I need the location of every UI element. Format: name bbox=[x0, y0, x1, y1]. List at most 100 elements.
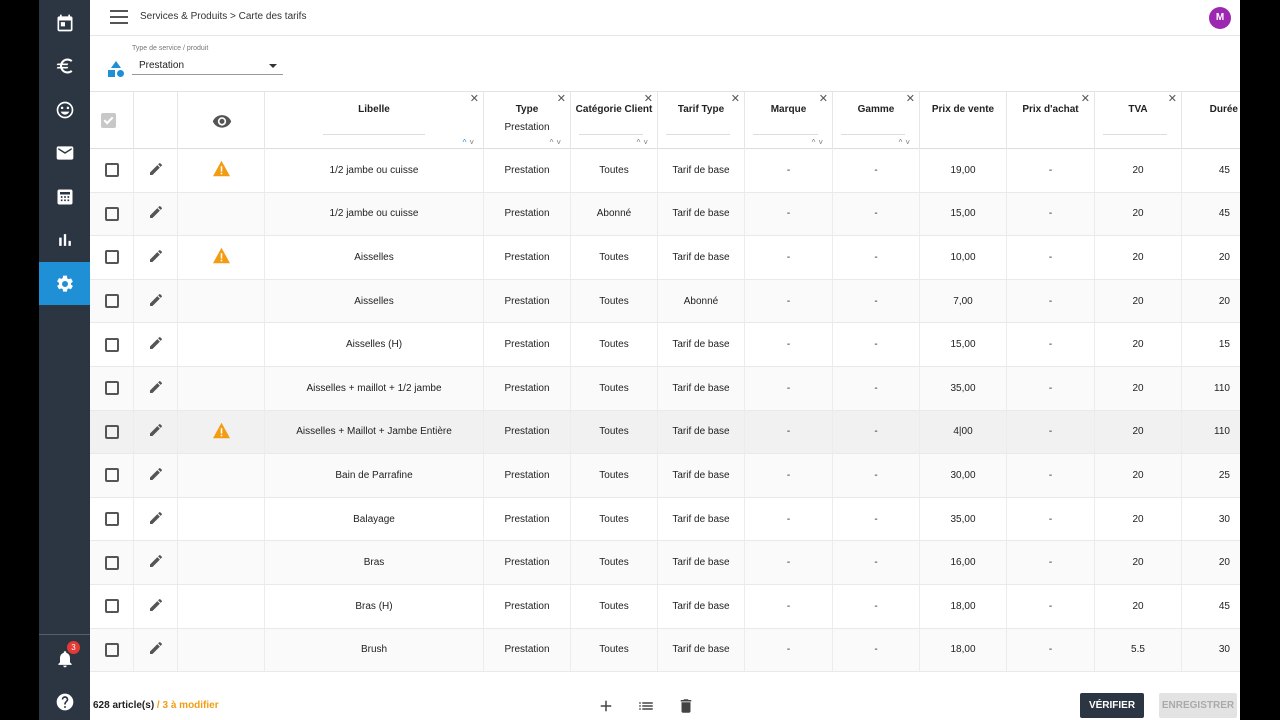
cell-duree[interactable]: 25 bbox=[1182, 454, 1240, 497]
column-header-prix-vente[interactable]: Prix de vente bbox=[920, 92, 1007, 150]
cell-type[interactable]: Prestation bbox=[484, 497, 571, 541]
table-row[interactable]: Aisselles + maillot + 1/2 jambe Prestatio… bbox=[90, 366, 1240, 411]
close-icon[interactable]: ✕ bbox=[557, 92, 566, 105]
sort-icon[interactable]: ^˅ bbox=[550, 138, 564, 147]
column-header-tva[interactable]: TVA ✕ bbox=[1095, 92, 1182, 150]
cell-marque[interactable]: - bbox=[745, 628, 833, 672]
cell-type[interactable]: Prestation bbox=[484, 410, 571, 454]
select-all-checkbox[interactable] bbox=[101, 113, 116, 128]
cell-libelle[interactable]: 1/2 jambe ou cuisse bbox=[265, 192, 484, 236]
close-icon[interactable]: ✕ bbox=[731, 92, 740, 105]
cell-duree[interactable]: 20 bbox=[1182, 541, 1240, 584]
cell-categorie[interactable]: Toutes bbox=[571, 628, 658, 672]
cell-prix-vente[interactable]: 4|00 bbox=[920, 410, 1007, 454]
table-row[interactable]: Aisselles (H) Prestation Toutes Tarif de ba… bbox=[90, 323, 1240, 367]
cell-duree[interactable]: 45 bbox=[1182, 193, 1240, 236]
sidebar-item-caisse[interactable] bbox=[39, 175, 90, 218]
cell-prix-achat[interactable]: - bbox=[1007, 236, 1095, 279]
cell-marque[interactable]: - bbox=[745, 454, 833, 497]
cell-type[interactable]: Prestation bbox=[484, 366, 571, 410]
edit-button[interactable] bbox=[148, 510, 164, 529]
sidebar-item-help[interactable] bbox=[39, 680, 90, 720]
cell-categorie[interactable]: Toutes bbox=[571, 366, 658, 410]
cell-duree[interactable]: 45 bbox=[1182, 149, 1240, 192]
cell-duree[interactable]: 15 bbox=[1182, 323, 1240, 366]
cell-prix-achat[interactable]: - bbox=[1007, 149, 1095, 192]
cell-tva[interactable]: 20 bbox=[1095, 454, 1182, 497]
cell-gamme[interactable]: - bbox=[833, 628, 920, 672]
cell-gamme[interactable]: - bbox=[833, 454, 920, 497]
cell-categorie[interactable]: Toutes bbox=[571, 149, 658, 192]
cell-gamme[interactable]: - bbox=[833, 584, 920, 628]
cell-duree[interactable]: 45 bbox=[1182, 585, 1240, 628]
cell-tarif-type[interactable]: Tarif de base bbox=[658, 149, 745, 192]
cell-libelle[interactable]: Bain de Parrafine bbox=[265, 454, 484, 497]
column-filter-categorie[interactable] bbox=[579, 134, 643, 135]
cell-duree[interactable]: 110 bbox=[1182, 411, 1240, 454]
cell-libelle[interactable]: 1/2 jambe ou cuisse bbox=[265, 149, 484, 192]
cell-tva[interactable]: 5.5 bbox=[1095, 628, 1182, 672]
cell-tva[interactable]: 20 bbox=[1095, 366, 1182, 410]
table-row[interactable]: 1/2 jambe ou cuisse Prestation Abonné Tarif… bbox=[90, 192, 1240, 237]
row-checkbox[interactable] bbox=[104, 163, 119, 178]
cell-categorie[interactable]: Toutes bbox=[571, 541, 658, 584]
cell-gamme[interactable]: - bbox=[833, 366, 920, 410]
cell-tva[interactable]: 20 bbox=[1095, 410, 1182, 454]
cell-tarif-type[interactable]: Abonné bbox=[658, 279, 745, 323]
column-header-libelle[interactable]: Libelle ✕ ^˅ bbox=[265, 92, 484, 150]
cell-type[interactable]: Prestation bbox=[484, 279, 571, 323]
cell-prix-vente[interactable]: 18,00 bbox=[920, 584, 1007, 628]
row-checkbox[interactable] bbox=[104, 424, 119, 439]
table-row[interactable]: Aisselles Prestation Toutes Tarif de base - -… bbox=[90, 236, 1240, 280]
cell-categorie[interactable]: Toutes bbox=[571, 323, 658, 366]
edit-button[interactable] bbox=[148, 248, 164, 267]
row-checkbox[interactable] bbox=[104, 512, 119, 527]
cell-prix-achat[interactable]: - bbox=[1007, 541, 1095, 584]
edit-button[interactable] bbox=[148, 422, 164, 441]
cell-prix-vente[interactable]: 35,00 bbox=[920, 366, 1007, 410]
column-filter-marque[interactable] bbox=[753, 134, 818, 135]
sort-icon[interactable]: ^˅ bbox=[899, 138, 913, 147]
cell-libelle[interactable]: Bras bbox=[265, 541, 484, 584]
edit-button[interactable] bbox=[148, 204, 164, 223]
cell-tarif-type[interactable]: Tarif de base bbox=[658, 454, 745, 497]
cell-marque[interactable]: - bbox=[745, 192, 833, 236]
cell-prix-achat[interactable]: - bbox=[1007, 410, 1095, 454]
cell-marque[interactable]: - bbox=[745, 541, 833, 584]
cell-type[interactable]: Prestation bbox=[484, 584, 571, 628]
cell-marque[interactable]: - bbox=[745, 279, 833, 323]
column-header-categorie[interactable]: Catégorie Client ✕ ^˅ bbox=[571, 92, 658, 150]
cell-duree[interactable]: 20 bbox=[1182, 236, 1240, 279]
cell-gamme[interactable]: - bbox=[833, 279, 920, 323]
service-type-select[interactable]: Prestation bbox=[132, 57, 283, 75]
row-checkbox[interactable] bbox=[104, 206, 119, 221]
close-icon[interactable]: ✕ bbox=[1168, 92, 1177, 105]
column-filter-type-value[interactable]: Prestation bbox=[484, 122, 570, 133]
cell-prix-vente[interactable]: 18,00 bbox=[920, 628, 1007, 672]
delete-button[interactable] bbox=[677, 697, 695, 715]
column-header-gamme[interactable]: Gamme ✕ ^˅ bbox=[833, 92, 920, 150]
cell-categorie[interactable]: Toutes bbox=[571, 236, 658, 279]
cell-prix-vente[interactable]: 16,00 bbox=[920, 541, 1007, 584]
cell-type[interactable]: Prestation bbox=[484, 149, 571, 192]
cell-gamme[interactable]: - bbox=[833, 192, 920, 236]
cell-tarif-type[interactable]: Tarif de base bbox=[658, 628, 745, 672]
cell-libelle[interactable]: Bras (H) bbox=[265, 584, 484, 628]
edit-button[interactable] bbox=[148, 466, 164, 485]
cell-tarif-type[interactable]: Tarif de base bbox=[658, 410, 745, 454]
cell-tva[interactable]: 20 bbox=[1095, 323, 1182, 366]
cell-prix-vente[interactable]: 15,00 bbox=[920, 192, 1007, 236]
cell-gamme[interactable]: - bbox=[833, 149, 920, 192]
close-icon[interactable]: ✕ bbox=[470, 92, 479, 105]
cell-libelle[interactable]: Aisselles + maillot + 1/2 jambe bbox=[265, 366, 484, 410]
column-header-type[interactable]: Type ✕ Prestation ^˅ bbox=[484, 92, 571, 150]
cell-prix-achat[interactable]: - bbox=[1007, 323, 1095, 366]
cell-libelle[interactable]: Aisselles bbox=[265, 279, 484, 323]
row-checkbox[interactable] bbox=[104, 294, 119, 309]
table-row[interactable]: Bras (H) Prestation Toutes Tarif de base - -1… bbox=[90, 584, 1240, 629]
cell-prix-achat[interactable]: - bbox=[1007, 279, 1095, 323]
sort-icon[interactable]: ^˅ bbox=[637, 138, 651, 147]
edit-button[interactable] bbox=[148, 379, 164, 398]
cell-tarif-type[interactable]: Tarif de base bbox=[658, 323, 745, 366]
row-checkbox[interactable] bbox=[104, 555, 119, 570]
